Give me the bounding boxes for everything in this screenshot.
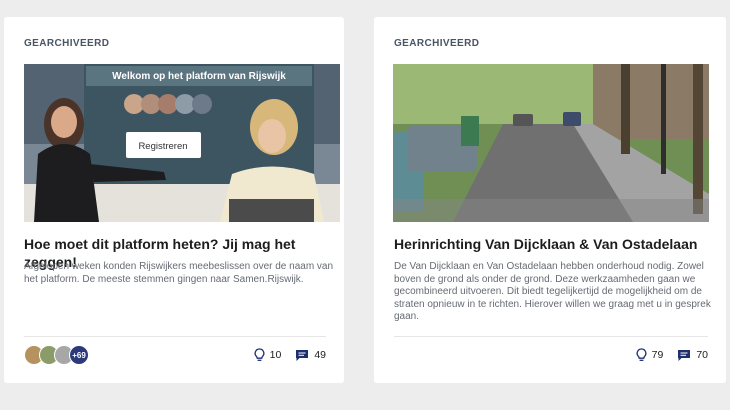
ideas-count: 10: [269, 349, 282, 361]
status-label: GEARCHIVEERD: [394, 38, 480, 49]
comments-count: 70: [696, 349, 708, 361]
project-title[interactable]: Herinrichting Van Dijcklaan & Van Ostade…: [394, 235, 714, 253]
ideas-count: 79: [651, 349, 664, 361]
card-footer: +69 10 49: [24, 344, 326, 366]
project-image: [393, 64, 709, 222]
image-button-text: Registreren: [138, 141, 187, 152]
divider: [394, 336, 708, 337]
ideas-stat: 79: [636, 348, 664, 362]
chat-bubble-icon: [296, 349, 309, 361]
project-thumbnail[interactable]: [393, 64, 709, 222]
comments-stat: 70: [677, 349, 708, 362]
comments-stat: 49: [295, 349, 326, 362]
participant-avatars: +69: [24, 345, 89, 365]
lightbulb-icon: [636, 348, 647, 361]
project-image: Welkom op het platform van Rijswijk Regi…: [24, 64, 340, 222]
card-footer: 79 70: [394, 344, 708, 366]
image-overlay-text: Welkom op het platform van Rijswijk: [112, 71, 286, 82]
comments-count: 49: [314, 349, 326, 361]
avatar-more-count: +69: [69, 345, 89, 365]
status-label: GEARCHIVEERD: [24, 38, 110, 49]
ideas-stat: 10: [254, 348, 282, 362]
card-stats: 79 70: [636, 348, 708, 362]
project-card-herinrichting[interactable]: GEARCHIVEERD Herinrichting Van Dijcklaan…: [374, 17, 726, 383]
chat-bubble-icon: [678, 349, 691, 361]
project-card-platform-name[interactable]: GEARCHIVEERD Welkom op het platform van …: [4, 17, 344, 383]
card-stats: 10 49: [254, 348, 326, 362]
divider: [24, 336, 326, 337]
lightbulb-icon: [254, 348, 265, 361]
project-description: De Van Dijcklaan en Van Ostadelaan hebbe…: [394, 261, 711, 323]
project-thumbnail[interactable]: Welkom op het platform van Rijswijk Regi…: [24, 64, 340, 222]
project-description: Afgelopen weken konden Rijswijkers meebe…: [24, 261, 334, 285]
